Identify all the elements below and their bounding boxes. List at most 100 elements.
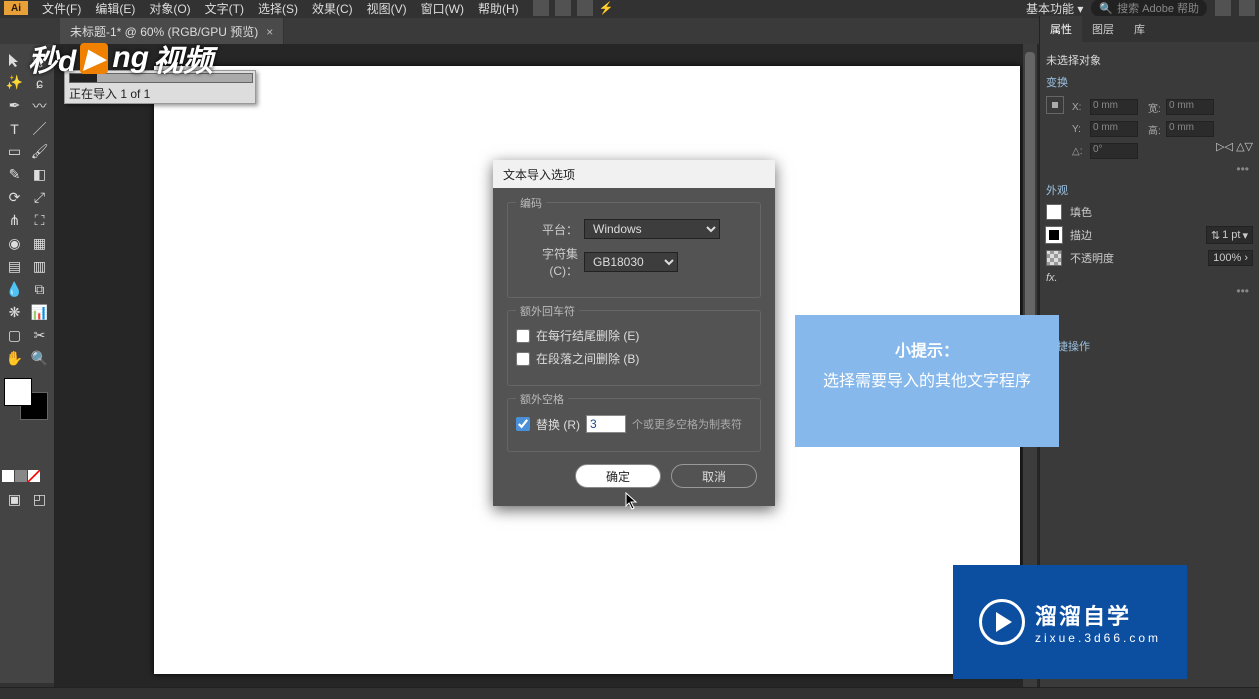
slice-tool[interactable]: ✂ bbox=[27, 324, 52, 347]
w-field[interactable]: 0 mm bbox=[1166, 99, 1214, 115]
transform-more-icon[interactable]: ••• bbox=[1042, 162, 1249, 176]
blend-tool[interactable]: ⧉ bbox=[27, 278, 52, 301]
mesh-tool[interactable]: ▤ bbox=[2, 255, 27, 278]
tab-properties[interactable]: 属性 bbox=[1040, 16, 1082, 42]
graph-tool[interactable]: 📊 bbox=[27, 301, 52, 324]
opacity-swatch[interactable] bbox=[1046, 250, 1062, 266]
no-selection-label: 未选择对象 bbox=[1046, 52, 1253, 68]
bridge-icon[interactable] bbox=[533, 0, 549, 16]
fx-icon[interactable]: fx. bbox=[1046, 272, 1253, 284]
gradient-mode-icon[interactable] bbox=[15, 470, 27, 482]
curvature-tool[interactable]: 〰 bbox=[27, 94, 52, 117]
free-transform-tool[interactable]: ⛶ bbox=[27, 209, 52, 232]
tab-libraries[interactable]: 库 bbox=[1124, 16, 1155, 42]
x-label: X: bbox=[1072, 102, 1086, 113]
direct-selection-tool[interactable] bbox=[27, 48, 52, 71]
close-tab-icon[interactable]: × bbox=[266, 25, 273, 39]
x-field[interactable]: 0 mm bbox=[1090, 99, 1138, 115]
reference-point-icon[interactable] bbox=[1046, 96, 1064, 114]
scale-tool[interactable]: ⤢ bbox=[27, 186, 52, 209]
opacity-label: 不透明度 bbox=[1070, 250, 1200, 266]
pen-tool[interactable]: ✒ bbox=[2, 94, 27, 117]
workspace-switcher[interactable]: 基本功能 ▾ bbox=[1026, 0, 1083, 17]
hand-tool[interactable]: ✋ bbox=[2, 347, 27, 370]
gradient-tool[interactable]: ▥ bbox=[27, 255, 52, 278]
stepper-icon[interactable]: ⇅ bbox=[1211, 229, 1220, 242]
none-mode-icon[interactable] bbox=[28, 470, 40, 482]
menu-effect[interactable]: 效果(C) bbox=[312, 0, 353, 17]
fill-color-swatch[interactable] bbox=[1046, 204, 1062, 220]
menu-type[interactable]: 文字(T) bbox=[205, 0, 244, 17]
chevron-icon[interactable]: › bbox=[1244, 252, 1248, 264]
width-tool[interactable]: ⋔ bbox=[2, 209, 27, 232]
menu-object[interactable]: 对象(O) bbox=[149, 0, 190, 17]
remove-between-paragraphs-checkbox[interactable] bbox=[516, 352, 530, 366]
menu-window[interactable]: 窗口(W) bbox=[421, 0, 464, 17]
type-tool[interactable]: T bbox=[2, 117, 27, 140]
app-logo: Ai bbox=[4, 1, 28, 15]
window-min-icon[interactable] bbox=[1215, 0, 1231, 16]
wm-bottom-url: zixue.3d66.com bbox=[1035, 631, 1161, 645]
flip-h-icon[interactable]: ▷◁ bbox=[1216, 141, 1233, 153]
replace-count-input[interactable] bbox=[586, 415, 626, 433]
window-max-icon[interactable] bbox=[1239, 0, 1255, 16]
stroke-label: 描边 bbox=[1070, 227, 1198, 243]
dialog-title-bar[interactable]: 文本导入选项 bbox=[493, 160, 775, 188]
rotate-tool[interactable]: ⟳ bbox=[2, 186, 27, 209]
rectangle-tool[interactable]: ▭ bbox=[2, 140, 27, 163]
flip-v-icon[interactable]: △▽ bbox=[1236, 141, 1253, 153]
shaper-tool[interactable]: ✎ bbox=[2, 163, 27, 186]
screen-mode-icon[interactable]: ▣ bbox=[2, 488, 27, 511]
ok-button[interactable]: 确定 bbox=[575, 464, 661, 488]
remove-eol-checkbox[interactable] bbox=[516, 329, 530, 343]
angle-label: △: bbox=[1072, 146, 1086, 157]
selection-tool[interactable] bbox=[2, 48, 27, 71]
charset-label: 字符集 (C)： bbox=[516, 245, 578, 279]
eyedropper-tool[interactable]: 💧 bbox=[2, 278, 27, 301]
watermark-bottom: 溜溜自学 zixue.3d66.com bbox=[953, 565, 1187, 679]
stroke-weight-field[interactable]: ⇅ 1 pt ▾ bbox=[1206, 226, 1253, 244]
appearance-section-title: 外观 bbox=[1046, 182, 1253, 198]
stroke-color-swatch[interactable] bbox=[1046, 227, 1062, 243]
stock-icon[interactable] bbox=[555, 0, 571, 16]
menu-help[interactable]: 帮助(H) bbox=[478, 0, 519, 17]
draw-mode-icon[interactable]: ◰ bbox=[27, 488, 52, 511]
y-field[interactable]: 0 mm bbox=[1090, 121, 1138, 137]
charset-select[interactable]: GB18030 bbox=[584, 252, 678, 272]
line-tool[interactable]: ／ bbox=[27, 117, 52, 140]
replace-spaces-checkbox[interactable] bbox=[516, 417, 530, 431]
gpu-icon[interactable]: ⚡ bbox=[599, 1, 614, 15]
menu-view[interactable]: 视图(V) bbox=[367, 0, 407, 17]
opacity-field[interactable]: 100% › bbox=[1208, 250, 1253, 266]
artboard-tool[interactable]: ▢ bbox=[2, 324, 27, 347]
help-search[interactable]: 🔍 搜索 Adobe 帮助 bbox=[1091, 0, 1207, 17]
symbol-sprayer-tool[interactable]: ❋ bbox=[2, 301, 27, 324]
stroke-weight-value: 1 pt bbox=[1222, 229, 1240, 241]
arrange-icon[interactable] bbox=[577, 0, 593, 16]
encoding-group: 编码 平台： Windows 字符集 (C)： GB18030 bbox=[507, 202, 761, 298]
dropdown-icon[interactable]: ▾ bbox=[1242, 229, 1248, 242]
paintbrush-tool[interactable]: 🖌 bbox=[27, 140, 52, 163]
shape-builder-tool[interactable]: ◉ bbox=[2, 232, 27, 255]
fill-stroke-swatch[interactable] bbox=[2, 378, 52, 424]
menu-select[interactable]: 选择(S) bbox=[258, 0, 298, 17]
document-tab[interactable]: 未标题-1* @ 60% (RGB/GPU 预览) × bbox=[60, 18, 284, 45]
eraser-tool[interactable]: ◧ bbox=[27, 163, 52, 186]
cancel-button[interactable]: 取消 bbox=[671, 464, 757, 488]
menu-file[interactable]: 文件(F) bbox=[42, 0, 81, 17]
crlf-legend: 额外回车符 bbox=[516, 303, 579, 319]
zoom-tool[interactable]: 🔍 bbox=[27, 347, 52, 370]
h-field[interactable]: 0 mm bbox=[1166, 121, 1214, 137]
perspective-tool[interactable]: ▦ bbox=[27, 232, 52, 255]
magic-wand-tool[interactable]: ✨ bbox=[2, 71, 27, 94]
lasso-tool[interactable]: ɕ bbox=[27, 71, 52, 94]
fill-swatch[interactable] bbox=[4, 378, 32, 406]
platform-select[interactable]: Windows bbox=[584, 219, 720, 239]
y-label: Y: bbox=[1072, 124, 1086, 135]
color-mode-icon[interactable] bbox=[2, 470, 14, 482]
spaces-group: 额外空格 替换 (R) 个或更多空格为制表符 bbox=[507, 398, 761, 452]
menu-edit[interactable]: 编辑(E) bbox=[95, 0, 135, 17]
angle-field[interactable]: 0° bbox=[1090, 143, 1138, 159]
appearance-more-icon[interactable]: ••• bbox=[1042, 284, 1249, 298]
tab-layers[interactable]: 图层 bbox=[1082, 16, 1124, 42]
